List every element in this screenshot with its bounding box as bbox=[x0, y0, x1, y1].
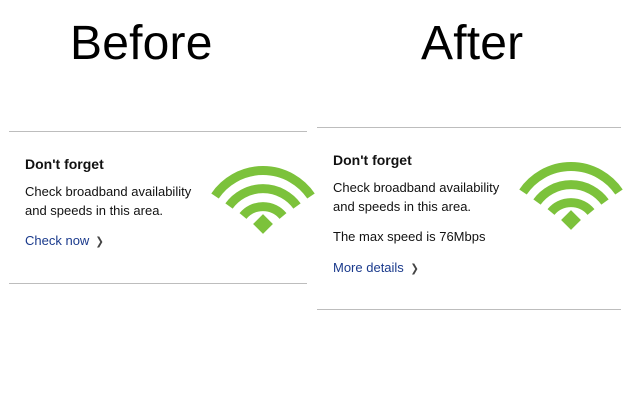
card-title: Don't forget bbox=[333, 152, 412, 168]
check-now-link[interactable]: Check now ❯ bbox=[25, 233, 105, 248]
after-card: Don't forget Check broadband availabilit… bbox=[317, 127, 623, 310]
chevron-right-icon: ❯ bbox=[95, 236, 105, 248]
wifi-icon bbox=[211, 166, 315, 234]
before-card: Don't forget Check broadband availabilit… bbox=[9, 131, 315, 284]
card-description: Check broadband availability and speeds … bbox=[333, 178, 499, 216]
before-heading: Before bbox=[70, 17, 213, 70]
after-heading: After bbox=[421, 17, 524, 70]
description-line-1: Check broadband availability bbox=[25, 184, 192, 199]
card-description: Check broadband availability and speeds … bbox=[25, 182, 191, 220]
comparison-stage: Before After Don't forget Check broadban… bbox=[0, 0, 640, 400]
max-speed-text: The max speed is 76Mbps bbox=[333, 229, 486, 244]
description-line-2: and speeds in this area. bbox=[333, 199, 472, 214]
wifi-icon bbox=[519, 162, 623, 230]
description-line-1: Check broadband availability bbox=[333, 180, 500, 195]
card-title: Don't forget bbox=[25, 156, 104, 172]
more-details-link[interactable]: More details ❯ bbox=[333, 260, 419, 275]
chevron-right-icon: ❯ bbox=[410, 263, 419, 275]
check-now-label: Check now bbox=[25, 233, 90, 248]
description-line-2: and speeds in this area. bbox=[25, 203, 164, 218]
more-details-label: More details bbox=[333, 260, 404, 275]
